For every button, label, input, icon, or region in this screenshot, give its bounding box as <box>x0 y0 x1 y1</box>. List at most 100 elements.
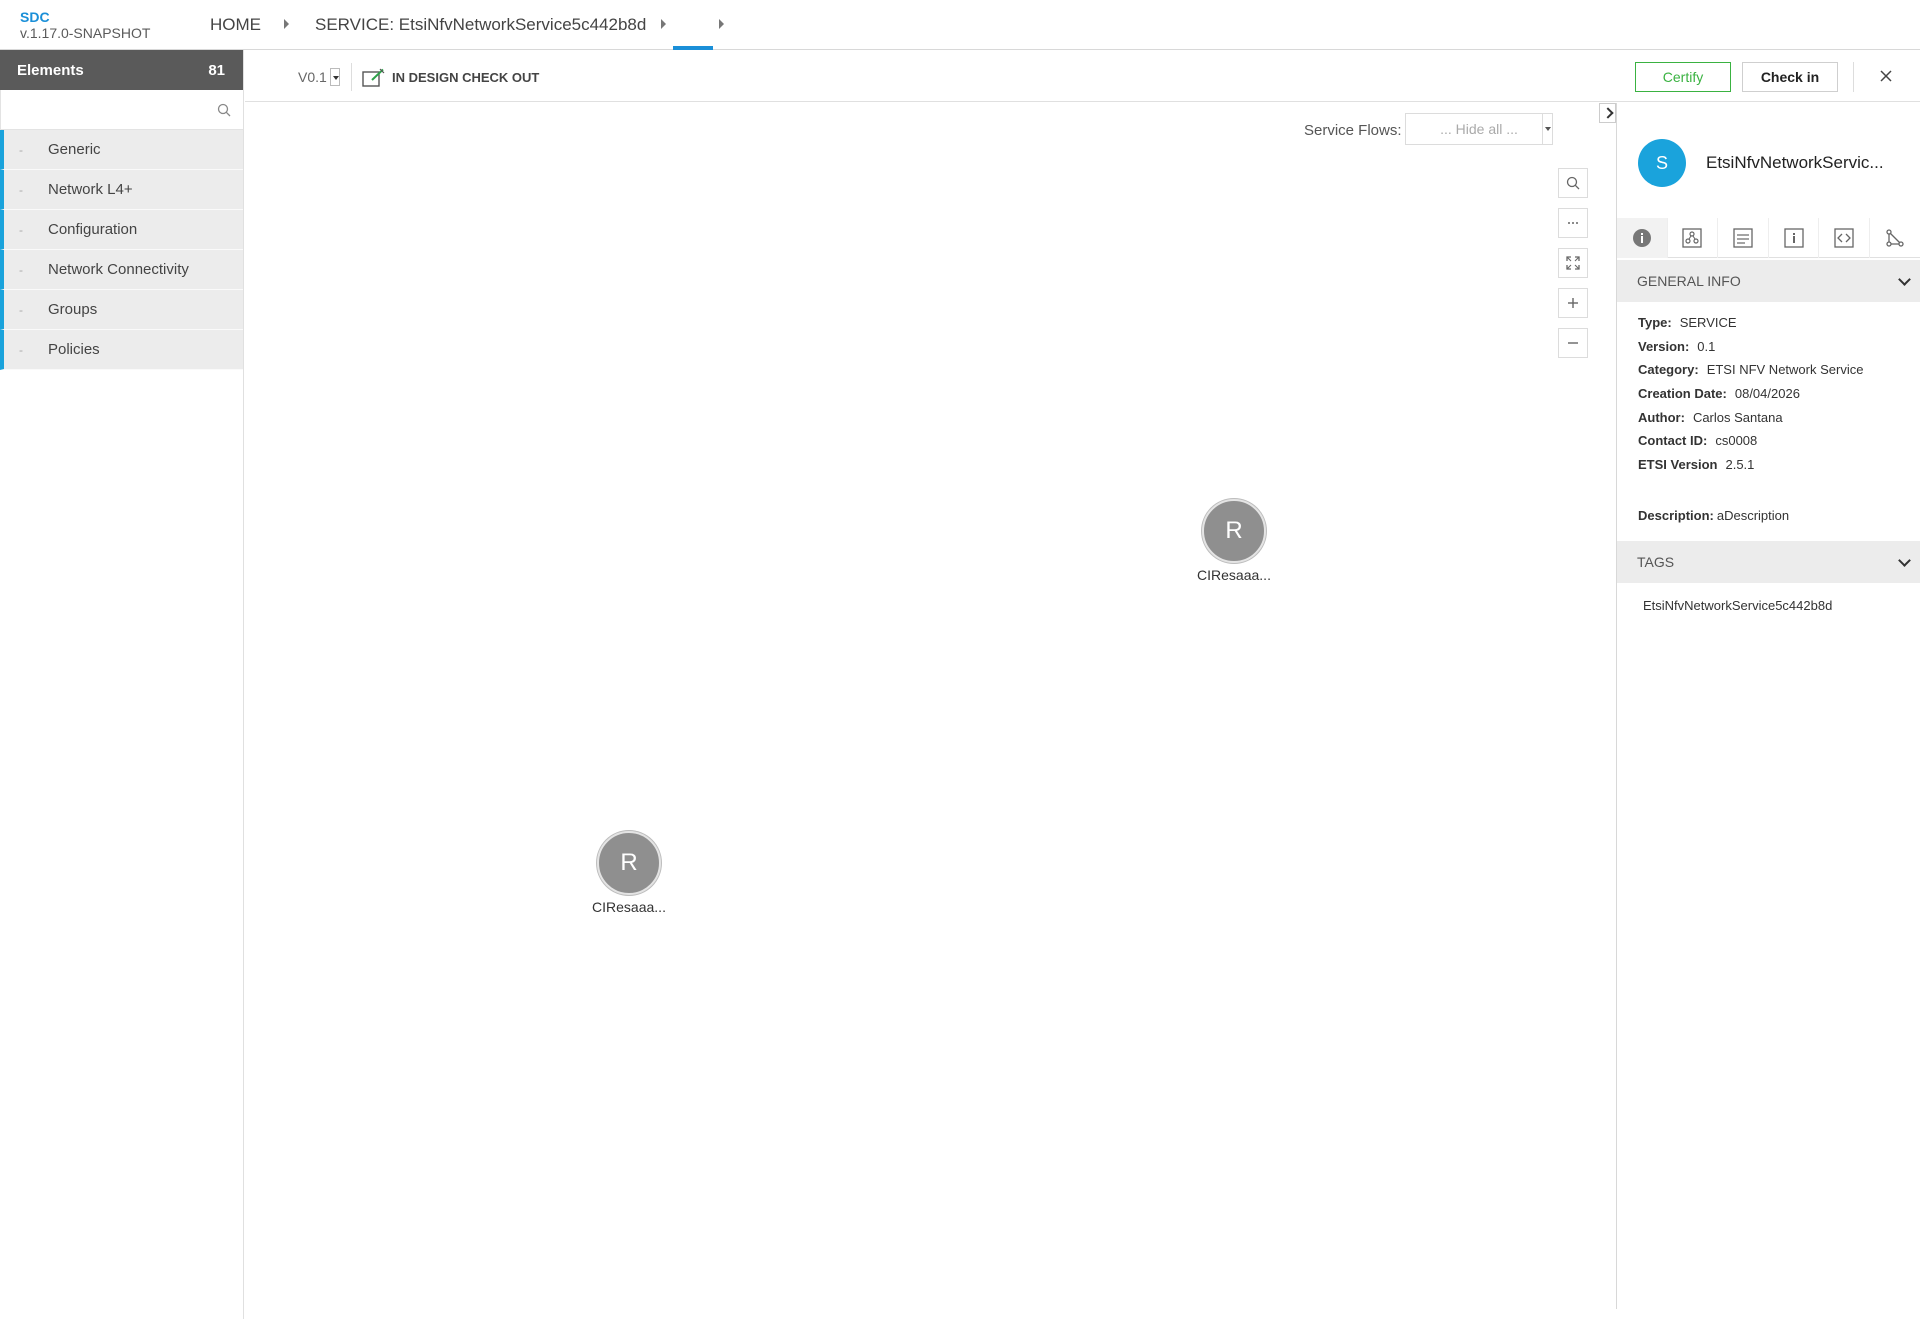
zoom-out-button[interactable] <box>1558 328 1588 358</box>
lifecycle-status: IN DESIGN CHECK OUT <box>392 70 540 85</box>
palette-category-configuration[interactable]: - Configuration <box>0 210 243 250</box>
deployment-artifacts-icon <box>1733 228 1753 248</box>
search-zoom-button[interactable] <box>1558 168 1588 198</box>
plus-icon <box>1568 298 1578 308</box>
info-label: Author: <box>1638 410 1685 425</box>
composition-icon <box>1682 228 1703 248</box>
collapse-panel-button[interactable] <box>1599 103 1616 123</box>
info-row-contact-id: Contact ID: cs0008 <box>1638 433 1757 448</box>
info-row-creation-date: Creation Date: 08/04/2026 <box>1638 386 1800 401</box>
info-label: Creation Date: <box>1638 386 1727 401</box>
collapse-dash-icon: - <box>19 183 23 197</box>
section-title: GENERAL INFO <box>1637 273 1741 289</box>
info-value: SERVICE <box>1679 315 1737 330</box>
chevron-down-icon <box>1898 554 1911 567</box>
palette-category-policies[interactable]: - Policies <box>0 330 243 370</box>
brand-version: v.1.17.0-SNAPSHOT <box>20 25 151 41</box>
general-info-section-header[interactable]: GENERAL INFO <box>1617 260 1920 302</box>
palette-category-generic[interactable]: - Generic <box>0 130 243 170</box>
version-dropdown-caret-icon[interactable] <box>330 68 340 86</box>
palette-search <box>0 90 243 130</box>
check-in-button[interactable]: Check in <box>1742 62 1838 92</box>
brand-name: SDC <box>20 9 50 25</box>
info-value: 0.1 <box>1697 339 1716 354</box>
category-label: Network Connectivity <box>48 261 189 278</box>
palette-count: 81 <box>208 61 225 79</box>
tag-item: EtsiNfvNetworkService5c442b8d <box>1643 598 1833 613</box>
breadcrumb-arrow-icon[interactable] <box>719 19 724 29</box>
info-row-etsi-version: ETSI Version 2.5.1 <box>1638 457 1754 472</box>
palette-category-network-l4[interactable]: - Network L4+ <box>0 170 243 210</box>
service-avatar: S <box>1638 139 1686 187</box>
chevron-down-icon <box>1542 114 1552 144</box>
palette-category-groups[interactable]: - Groups <box>0 290 243 330</box>
collapse-dash-icon: - <box>19 343 23 357</box>
search-icon <box>1566 176 1580 190</box>
workspace-toolbar: V0.1 IN DESIGN CHECK OUT Certify Check i… <box>245 50 1920 102</box>
palette-category-network-connectivity[interactable]: - Network Connectivity <box>0 250 243 290</box>
info-value: aDescription <box>1716 508 1790 523</box>
elements-palette: Elements 81 - Generic - Network L4+ - Co… <box>0 50 244 1319</box>
tab-composition[interactable] <box>1668 218 1719 258</box>
service-flows-value: ... Hide all ... <box>1440 121 1518 137</box>
node-avatar: R <box>1202 499 1266 563</box>
section-title: TAGS <box>1637 554 1675 570</box>
fit-to-screen-button[interactable] <box>1558 248 1588 278</box>
tags-section-header[interactable]: TAGS <box>1617 541 1920 583</box>
toolbar-divider <box>1853 62 1854 92</box>
service-flows-label: Service Flows: <box>1304 122 1402 139</box>
minus-icon <box>1568 342 1578 344</box>
expand-icon <box>1566 256 1580 270</box>
palette-header: Elements 81 <box>0 50 243 90</box>
palette-title: Elements <box>17 61 84 79</box>
tab-api[interactable] <box>1819 218 1870 258</box>
chevron-down-icon <box>1898 273 1911 286</box>
node-avatar: R <box>597 831 661 895</box>
info-value: cs0008 <box>1715 433 1758 448</box>
info-row-type: Type: SERVICE <box>1638 315 1737 330</box>
breadcrumb-arrow-icon[interactable] <box>284 19 289 29</box>
palette-search-input[interactable] <box>1 90 243 129</box>
info-label: Version: <box>1638 339 1690 354</box>
breadcrumb-arrow-icon[interactable] <box>661 19 666 29</box>
tab-info[interactable] <box>1617 218 1668 258</box>
info-label: Contact ID: <box>1638 433 1708 448</box>
composition-canvas[interactable]: Service Flows: ... Hide all ... R CIResa… <box>245 103 1615 1309</box>
category-label: Policies <box>48 341 100 358</box>
info-row-version: Version: 0.1 <box>1638 339 1715 354</box>
collapse-dash-icon: - <box>19 223 23 237</box>
panel-title: EtsiNfvNetworkServic... <box>1706 153 1884 172</box>
certify-button[interactable]: Certify <box>1635 62 1731 92</box>
category-label: Network L4+ <box>48 181 133 198</box>
service-flows-select[interactable]: ... Hide all ... <box>1405 113 1553 145</box>
breadcrumb-service[interactable]: SERVICE: EtsiNfvNetworkService5c442b8d <box>315 15 646 35</box>
info-label: Description: <box>1638 508 1714 523</box>
node-label: CIResaaa... <box>592 899 666 915</box>
info-row-description: Description: aDescription <box>1638 508 1789 523</box>
canvas-node[interactable]: R CIResaaa... <box>579 831 679 915</box>
info-label: Category: <box>1638 362 1699 377</box>
node-label: CIResaaa... <box>1197 567 1271 583</box>
info-label: Type: <box>1638 315 1672 330</box>
info-value: Carlos Santana <box>1692 410 1783 425</box>
more-dots-icon <box>1568 222 1578 224</box>
tab-properties[interactable] <box>1769 218 1820 258</box>
info-value: 2.5.1 <box>1725 457 1755 472</box>
info-value: 08/04/2026 <box>1734 386 1800 401</box>
more-options-button[interactable] <box>1558 208 1588 238</box>
version-selector[interactable]: V0.1 <box>298 69 327 85</box>
close-icon[interactable] <box>1878 68 1894 84</box>
search-icon[interactable] <box>217 103 231 117</box>
category-label: Generic <box>48 141 101 158</box>
breadcrumb-home[interactable]: HOME <box>210 15 261 35</box>
collapse-dash-icon: - <box>19 143 23 157</box>
brand-logo[interactable]: SDC v.1.17.0-SNAPSHOT <box>20 9 150 41</box>
info-row-author: Author: Carlos Santana <box>1638 410 1783 425</box>
category-label: Groups <box>48 301 98 318</box>
properties-icon <box>1783 228 1804 248</box>
tab-workflow[interactable] <box>1870 218 1920 258</box>
canvas-node[interactable]: R CIResaaa... <box>1184 499 1284 583</box>
tab-deployment-artifacts[interactable] <box>1718 218 1769 258</box>
info-label: ETSI Version <box>1638 457 1718 472</box>
zoom-in-button[interactable] <box>1558 288 1588 318</box>
